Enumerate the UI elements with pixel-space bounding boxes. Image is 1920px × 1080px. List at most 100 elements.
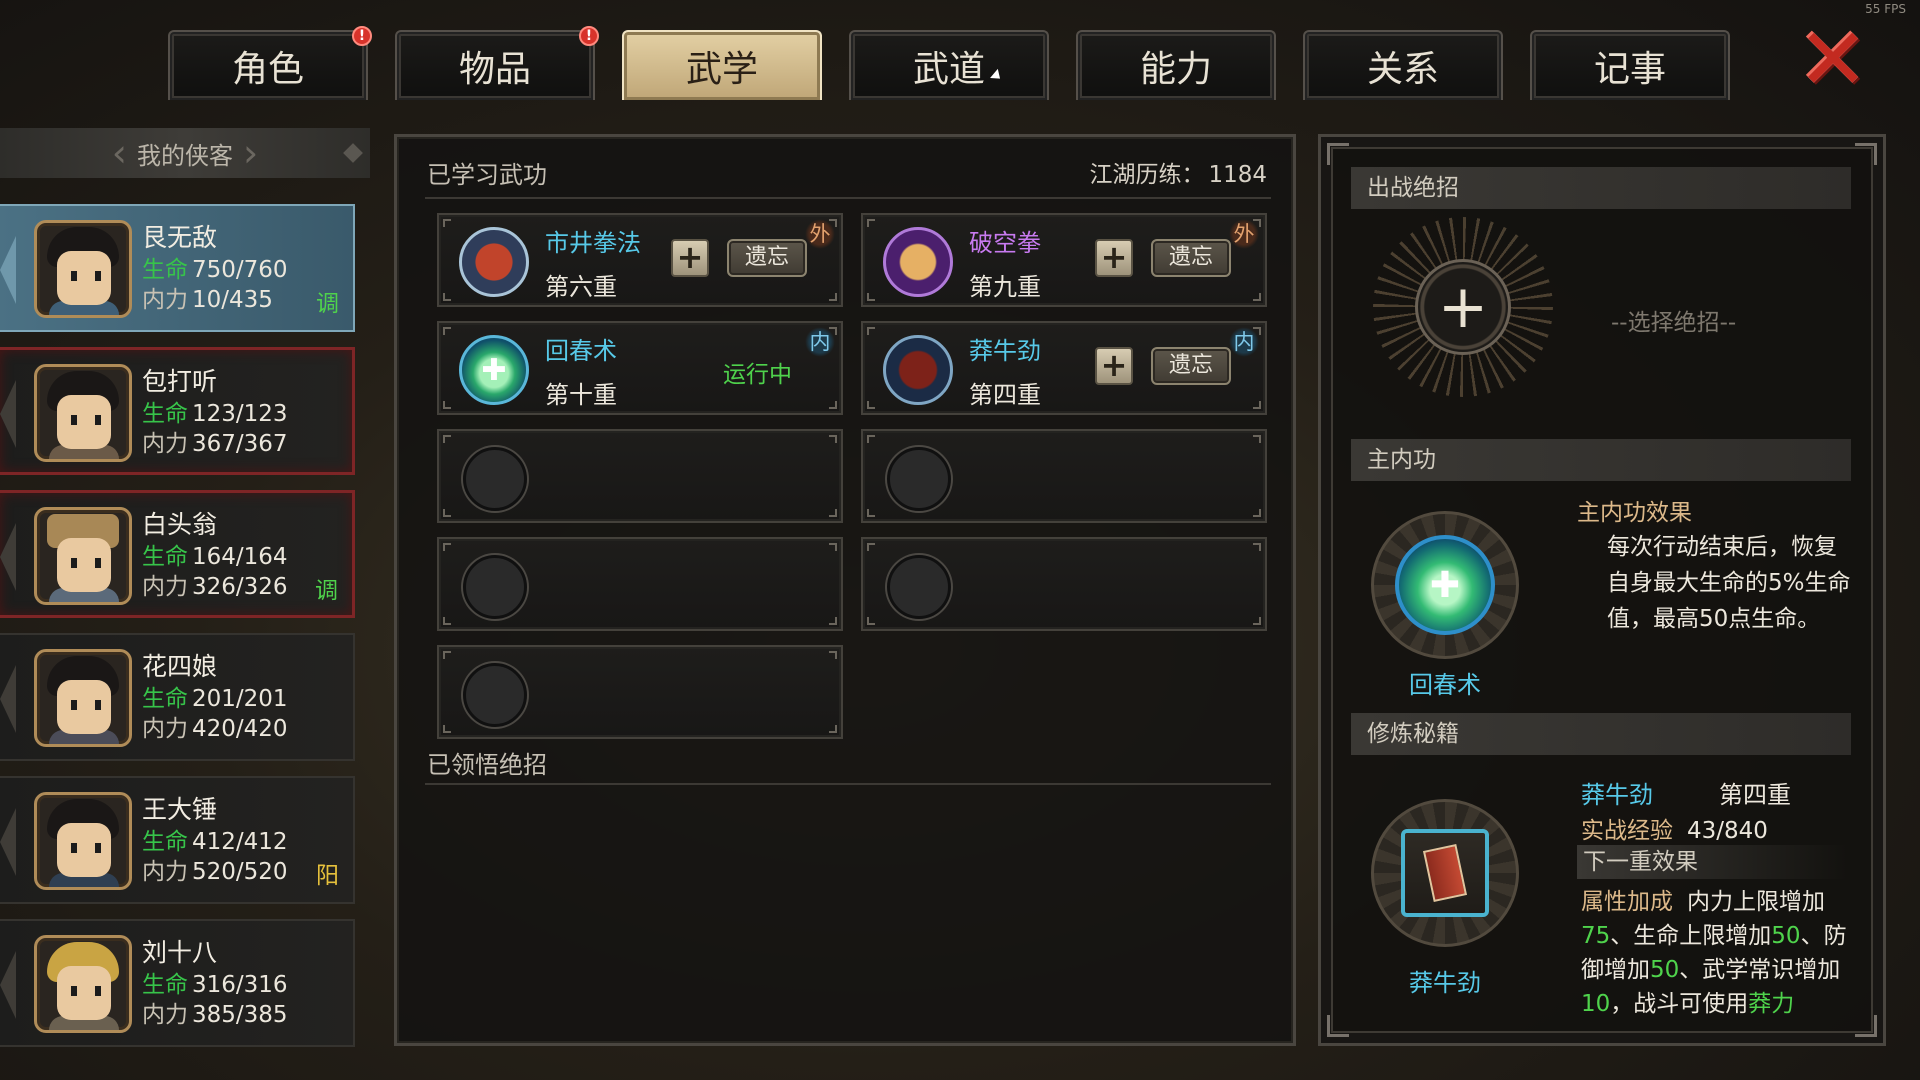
manual-level: 第四重 <box>1719 781 1791 809</box>
forget-button[interactable]: 遗忘 <box>1151 239 1231 277</box>
effect-title: 主内功效果 <box>1577 500 1692 526</box>
manual-medallion[interactable] <box>1371 799 1519 947</box>
character-name: 包打听 <box>142 367 218 396</box>
manual-section-title: 修炼秘籍 <box>1351 713 1851 755</box>
chevron-left-icon <box>0 523 16 591</box>
manual-experience: 实战经验 43/840 <box>1581 818 1768 844</box>
character-card[interactable]: 花四娘 生命 201/201 内力 420/420 <box>0 633 355 761</box>
character-name: 刘十八 <box>142 938 218 967</box>
character-card[interactable]: 包打听 生命 123/123 内力 367/367 <box>0 347 355 475</box>
empty-skill-slot[interactable] <box>437 429 843 523</box>
healing-icon: ✚ <box>459 335 529 405</box>
character-card[interactable]: 白头翁 生命 164/164 内力 326/326 调 <box>0 490 355 618</box>
bonus-description: 属性加成 内力上限增加75、生命上限增加50、防御增加50、武学常识增加10，战斗… <box>1581 889 1847 1017</box>
chevron-left-icon <box>0 236 16 304</box>
manual-caption: 莽牛劲 <box>1409 969 1481 997</box>
character-hp: 生命 201/201 <box>142 686 288 712</box>
main-internal-section-title: 主内功 <box>1351 439 1851 481</box>
character-card[interactable]: 刘十八 生命 316/316 内力 385/385 <box>0 919 355 1047</box>
tab-character[interactable]: 角色 ! <box>168 26 372 100</box>
status-badge: 调 <box>315 578 338 604</box>
chevron-left-icon <box>0 951 16 1019</box>
character-hp: 生命 164/164 <box>142 544 288 570</box>
tab-label: 角色 <box>231 49 304 90</box>
character-hp: 生命 412/412 <box>142 829 288 855</box>
roster-header: ‹ 我的侠客 › <box>0 128 370 178</box>
fps-counter: 55 FPS <box>1865 2 1906 16</box>
main-tab-bar: 角色 ! 物品 ! 武学 武道 能力 关系 记事 <box>168 26 1730 102</box>
character-mp: 内力 367/367 <box>142 431 288 457</box>
ultimate-section-title: 出战绝招 <box>1351 167 1851 209</box>
skill-slot[interactable]: 莽牛劲 第四重 + 遗忘 内 <box>861 321 1267 415</box>
skill-name: 破空拳 <box>969 229 1041 257</box>
main-internal-medallion[interactable]: ✚ <box>1371 511 1519 659</box>
chevron-left-icon[interactable]: ‹ <box>112 131 127 175</box>
tab-journal[interactable]: 记事 <box>1530 30 1730 100</box>
chevron-right-icon[interactable]: › <box>243 131 258 175</box>
external-type-badge: 外 <box>805 219 835 249</box>
character-name: 花四娘 <box>142 652 218 681</box>
add-icon[interactable]: + <box>1415 259 1511 355</box>
close-icon: ✕ <box>1796 10 1870 110</box>
avatar <box>34 649 132 747</box>
character-mp: 内力 385/385 <box>142 1002 288 1028</box>
mouse-cursor-icon <box>990 68 1004 84</box>
learned-skills-panel: 已学习武功 江湖历练： 1184 市井拳法 第六重 + 遗忘 外 破空拳 第九重 … <box>394 134 1296 1046</box>
empty-skill-slot[interactable] <box>437 537 843 631</box>
skill-level: 第九重 <box>969 273 1041 301</box>
empty-skill-slot[interactable] <box>437 645 843 739</box>
empty-slot-icon <box>463 447 527 511</box>
select-ultimate-hint[interactable]: --选择绝招-- <box>1611 303 1736 337</box>
skill-slot[interactable]: 破空拳 第九重 + 遗忘 外 <box>861 213 1267 307</box>
tab-label: 能力 <box>1139 49 1212 90</box>
tab-abilities[interactable]: 能力 <box>1076 30 1276 100</box>
character-name: 王大锤 <box>142 795 218 824</box>
next-effect-title: 下一重效果 <box>1577 845 1847 879</box>
avatar <box>34 935 132 1033</box>
internal-type-badge: 内 <box>805 327 835 357</box>
forget-button[interactable]: 遗忘 <box>727 239 807 277</box>
skill-detail-panel: 出战绝招 + --选择绝招-- 主内功 主内功效果 每次行动结束后，恢复自身最大… <box>1318 134 1886 1046</box>
chevron-left-icon <box>0 808 16 876</box>
alert-badge-icon: ! <box>579 26 599 46</box>
avatar <box>34 792 132 890</box>
empty-skill-slot[interactable] <box>861 537 1267 631</box>
character-card[interactable]: 王大锤 生命 412/412 内力 520/520 阳 <box>0 776 355 904</box>
tab-martial-way[interactable]: 武道 <box>849 30 1049 100</box>
book-icon <box>1401 829 1489 917</box>
chevron-left-icon <box>0 380 16 448</box>
character-mp: 内力 10/435 <box>142 287 273 313</box>
close-button[interactable]: ✕ <box>1795 10 1871 110</box>
character-hp: 生命 123/123 <box>142 401 288 427</box>
upgrade-button[interactable]: + <box>1095 347 1133 385</box>
empty-slot-icon <box>887 447 951 511</box>
tab-relations[interactable]: 关系 <box>1303 30 1503 100</box>
effect-description: 每次行动结束后，恢复自身最大生命的5%生命值，最高50点生命。 <box>1607 534 1851 632</box>
bull-icon <box>883 335 953 405</box>
tab-items[interactable]: 物品 ! <box>395 26 599 100</box>
tab-martial-arts[interactable]: 武学 <box>622 30 822 100</box>
chevron-left-icon <box>0 665 16 733</box>
tab-label: 记事 <box>1593 49 1666 90</box>
diamond-icon <box>343 143 363 163</box>
running-status: 运行中 <box>723 362 792 388</box>
manual-name: 莽牛劲 <box>1581 781 1653 809</box>
character-card[interactable]: 艮无敌 生命 750/760 内力 10/435 调 <box>0 204 355 332</box>
upgrade-button[interactable]: + <box>671 239 709 277</box>
status-badge: 调 <box>316 291 339 317</box>
tab-label: 关系 <box>1366 49 1439 90</box>
fist-icon <box>459 227 529 297</box>
avatar <box>34 507 132 605</box>
skill-level: 第四重 <box>969 381 1041 409</box>
ultimate-slot[interactable]: + <box>1373 217 1553 397</box>
forget-button[interactable]: 遗忘 <box>1151 347 1231 385</box>
skill-slot[interactable]: 市井拳法 第六重 + 遗忘 外 <box>437 213 843 307</box>
empty-skill-slot[interactable] <box>861 429 1267 523</box>
upgrade-button[interactable]: + <box>1095 239 1133 277</box>
skill-slot[interactable]: ✚ 回春术 第十重 运行中 内 <box>437 321 843 415</box>
palm-strike-icon <box>883 227 953 297</box>
skill-name: 回春术 <box>545 337 617 365</box>
avatar <box>34 364 132 462</box>
skill-level: 第六重 <box>545 273 617 301</box>
tab-label: 武道 <box>912 49 985 90</box>
